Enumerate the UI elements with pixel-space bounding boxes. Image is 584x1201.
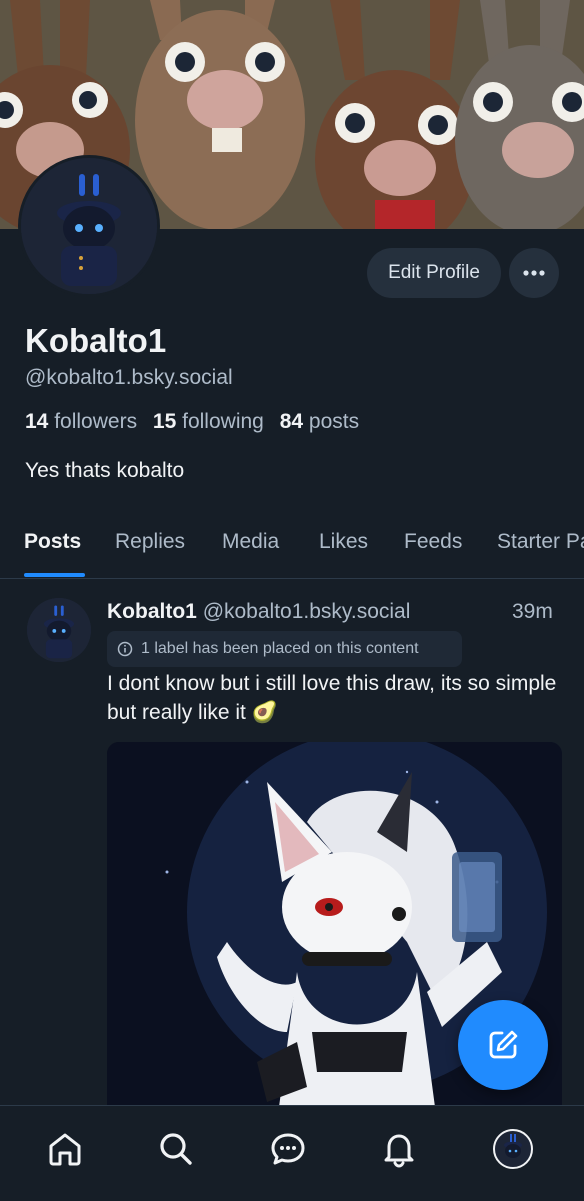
content-label-text: 1 label has been placed on this content <box>141 640 419 657</box>
nav-home-button[interactable] <box>42 1126 88 1172</box>
nav-notifications-button[interactable] <box>376 1126 422 1172</box>
post-text: I dont know but i still love this draw, … <box>107 672 557 724</box>
posts-count: 84 <box>279 410 304 433</box>
profile-tabs: Posts Replies Media Likes Feeds Starter … <box>0 514 584 579</box>
edit-profile-button[interactable]: Edit Profile <box>367 248 501 298</box>
nav-search-button[interactable] <box>153 1126 199 1172</box>
bottom-navigation <box>0 1105 584 1201</box>
tab-likes[interactable]: Likes <box>319 530 368 554</box>
compose-icon <box>489 1030 518 1059</box>
tab-starter-packs[interactable]: Starter Packs <box>497 530 584 554</box>
followers-count: 14 <box>25 410 49 433</box>
nav-chat-button[interactable] <box>265 1126 311 1172</box>
home-icon <box>49 1133 81 1166</box>
info-icon <box>117 641 133 657</box>
posts-stat: 84 posts <box>280 410 359 433</box>
content-label-notice[interactable]: 1 label has been placed on this content <box>107 631 462 667</box>
more-options-button[interactable] <box>509 248 559 298</box>
more-icon <box>523 270 545 276</box>
avatar-image <box>21 158 157 294</box>
following-count: 15 <box>152 410 177 433</box>
nav-profile-button[interactable] <box>490 1126 536 1172</box>
bell-icon <box>384 1134 414 1168</box>
profile-handle: @kobalto1.bsky.social <box>25 366 233 389</box>
post-author-name: Kobalto1 <box>107 600 197 623</box>
post-author[interactable]: Kobalto1 @kobalto1.bsky.social <box>107 600 410 624</box>
followers-label: followers <box>54 410 138 433</box>
posts-label: posts <box>308 410 360 433</box>
following-link[interactable]: 15 following <box>153 410 264 433</box>
tab-posts[interactable]: Posts <box>24 530 81 554</box>
chat-icon <box>271 1133 305 1165</box>
search-icon <box>160 1133 192 1165</box>
compose-button[interactable] <box>458 1000 548 1090</box>
profile-avatar-icon <box>493 1129 533 1169</box>
post-timestamp[interactable]: 39m <box>512 600 553 624</box>
active-tab-indicator <box>24 573 85 577</box>
post-avatar-image <box>27 598 91 662</box>
profile-bio: Yes thats kobalto <box>25 459 185 482</box>
tab-replies[interactable]: Replies <box>115 530 185 554</box>
post-author-avatar[interactable] <box>27 598 91 662</box>
following-label: following <box>182 410 264 433</box>
post-author-handle: @kobalto1.bsky.social <box>202 600 411 623</box>
followers-link[interactable]: 14 followers <box>25 410 137 433</box>
tab-feeds[interactable]: Feeds <box>404 530 462 554</box>
tab-media[interactable]: Media <box>222 530 279 554</box>
profile-stats: 14 followers 15 following 84 posts <box>25 410 359 434</box>
profile-avatar[interactable] <box>18 155 160 297</box>
profile-display-name: Kobalto1 <box>25 322 167 359</box>
